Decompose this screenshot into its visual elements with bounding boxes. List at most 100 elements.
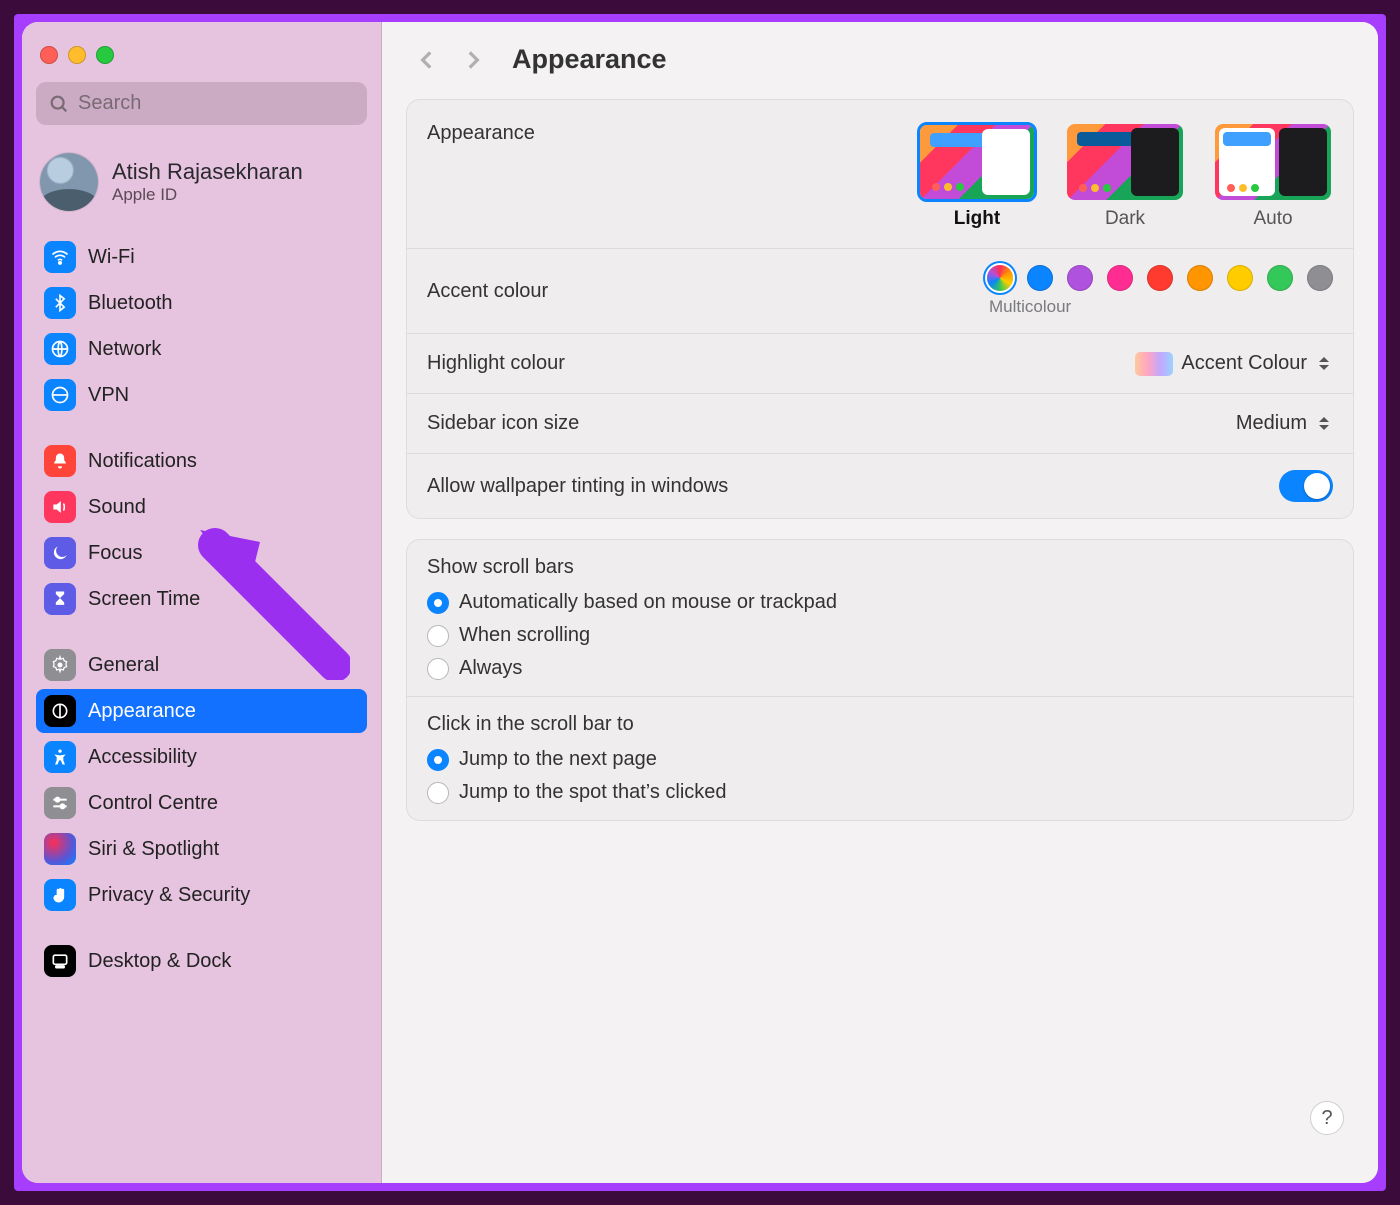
highlight-select[interactable]: Accent Colour bbox=[1135, 352, 1333, 376]
appearance-icon bbox=[44, 695, 76, 727]
sidebar-item-screentime[interactable]: Screen Time bbox=[36, 577, 367, 621]
sidebar-item-siri[interactable]: Siri & Spotlight bbox=[36, 827, 367, 871]
scrollclick-option[interactable]: Jump to the spot that’s clicked bbox=[427, 781, 1333, 804]
sidebar-item-privacy[interactable]: Privacy & Security bbox=[36, 873, 367, 917]
moon-icon bbox=[44, 537, 76, 569]
scroll-panel: Show scroll bars Automatically based on … bbox=[406, 539, 1354, 821]
bell-icon bbox=[44, 445, 76, 477]
sidebar-item-bluetooth[interactable]: Bluetooth bbox=[36, 281, 367, 325]
radio-icon bbox=[427, 625, 449, 647]
account-row[interactable]: Atish Rajasekharan Apple ID bbox=[36, 147, 367, 235]
appearance-panel: Appearance Light Dark bbox=[406, 99, 1354, 519]
account-sub: Apple ID bbox=[112, 185, 303, 205]
accent-label: Accent colour bbox=[427, 280, 548, 303]
scrollbars-option[interactable]: Automatically based on mouse or trackpad bbox=[427, 591, 1333, 614]
scrollbars-option[interactable]: When scrolling bbox=[427, 624, 1333, 647]
dock-icon bbox=[44, 945, 76, 977]
avatar bbox=[40, 153, 98, 211]
updown-icon bbox=[1315, 353, 1333, 375]
sidebar-item-controlcentre[interactable]: Control Centre bbox=[36, 781, 367, 825]
search-input[interactable] bbox=[78, 92, 355, 115]
appearance-option-light[interactable] bbox=[917, 122, 1037, 202]
sidebar-item-accessibility[interactable]: Accessibility bbox=[36, 735, 367, 779]
accent-color-option[interactable] bbox=[1027, 265, 1053, 291]
wifi-icon bbox=[44, 241, 76, 273]
sidebar-item-appearance[interactable]: Appearance bbox=[36, 689, 367, 733]
radio-icon bbox=[427, 592, 449, 614]
accent-color-option[interactable] bbox=[987, 265, 1013, 291]
appearance-option-label: Auto bbox=[1253, 208, 1292, 230]
zoom-icon[interactable] bbox=[96, 46, 114, 64]
scrollclick-title: Click in the scroll bar to bbox=[427, 713, 1333, 736]
appearance-option-auto[interactable] bbox=[1213, 122, 1333, 202]
sidebar-item-label: Accessibility bbox=[88, 746, 197, 769]
sidebar-item-label: Desktop & Dock bbox=[88, 950, 231, 973]
sidebar-item-label: Screen Time bbox=[88, 588, 200, 611]
appearance-options: Light Dark bbox=[917, 122, 1333, 230]
sidebar-item-label: Notifications bbox=[88, 450, 197, 473]
bluetooth-icon bbox=[44, 287, 76, 319]
accent-color-option[interactable] bbox=[1307, 265, 1333, 291]
scrollclick-option[interactable]: Jump to the next page bbox=[427, 748, 1333, 771]
tinting-toggle[interactable] bbox=[1279, 470, 1333, 502]
back-button[interactable] bbox=[412, 45, 442, 75]
hand-icon bbox=[44, 879, 76, 911]
accent-color-option[interactable] bbox=[1067, 265, 1093, 291]
accent-color-option[interactable] bbox=[1147, 265, 1173, 291]
accessibility-icon bbox=[44, 741, 76, 773]
accent-color-picker bbox=[987, 265, 1333, 291]
sidebar-item-sound[interactable]: Sound bbox=[36, 485, 367, 529]
sidebar-item-label: VPN bbox=[88, 384, 129, 407]
speaker-icon bbox=[44, 491, 76, 523]
vpn-icon bbox=[44, 379, 76, 411]
tinting-label: Allow wallpaper tinting in windows bbox=[427, 475, 728, 498]
page-title: Appearance bbox=[512, 44, 667, 75]
radio-icon bbox=[427, 658, 449, 680]
updown-icon bbox=[1315, 413, 1333, 435]
sidebar-group-network: Wi-Fi Bluetooth Network VPN bbox=[36, 235, 367, 417]
sidebar-icon-size-value: Medium bbox=[1236, 412, 1307, 435]
scrollbars-option[interactable]: Always bbox=[427, 657, 1333, 680]
hourglass-icon bbox=[44, 583, 76, 615]
minimize-icon[interactable] bbox=[68, 46, 86, 64]
forward-button[interactable] bbox=[458, 45, 488, 75]
search-field[interactable] bbox=[36, 82, 367, 125]
highlight-label: Highlight colour bbox=[427, 352, 565, 375]
highlight-value: Accent Colour bbox=[1181, 352, 1307, 375]
sidebar-item-wifi[interactable]: Wi-Fi bbox=[36, 235, 367, 279]
accent-color-option[interactable] bbox=[1187, 265, 1213, 291]
sidebar-item-general[interactable]: General bbox=[36, 643, 367, 687]
sidebar-icon-size-select[interactable]: Medium bbox=[1236, 412, 1333, 435]
sidebar-item-label: Control Centre bbox=[88, 792, 218, 815]
sidebar: Atish Rajasekharan Apple ID Wi-Fi Blueto… bbox=[22, 22, 382, 1183]
sidebar-item-desktop[interactable]: Desktop & Dock bbox=[36, 939, 367, 983]
sidebar-icon-size-label: Sidebar icon size bbox=[427, 412, 579, 435]
titlebar: Appearance bbox=[382, 22, 1378, 89]
sidebar-item-network[interactable]: Network bbox=[36, 327, 367, 371]
accent-color-option[interactable] bbox=[1267, 265, 1293, 291]
sliders-icon bbox=[44, 787, 76, 819]
siri-icon bbox=[44, 833, 76, 865]
accent-color-option[interactable] bbox=[1227, 265, 1253, 291]
sidebar-item-focus[interactable]: Focus bbox=[36, 531, 367, 575]
sidebar-item-label: Network bbox=[88, 338, 161, 361]
sidebar-item-label: Bluetooth bbox=[88, 292, 173, 315]
window-controls bbox=[36, 40, 367, 82]
sidebar-group-desktop: Desktop & Dock bbox=[36, 939, 367, 983]
sidebar-group-system: General Appearance Accessibility Control… bbox=[36, 643, 367, 917]
sidebar-item-notifications[interactable]: Notifications bbox=[36, 439, 367, 483]
appearance-option-label: Light bbox=[954, 208, 1000, 230]
system-settings-window: Atish Rajasekharan Apple ID Wi-Fi Blueto… bbox=[22, 22, 1378, 1183]
accent-color-option[interactable] bbox=[1107, 265, 1133, 291]
close-icon[interactable] bbox=[40, 46, 58, 64]
appearance-option-label: Dark bbox=[1105, 208, 1145, 230]
accent-sublabel: Multicolour bbox=[987, 297, 1071, 317]
content-pane: Appearance Appearance Light bbox=[382, 22, 1378, 1183]
sidebar-item-label: General bbox=[88, 654, 159, 677]
sidebar-group-alerts: Notifications Sound Focus Screen Time bbox=[36, 439, 367, 621]
appearance-option-dark[interactable] bbox=[1065, 122, 1185, 202]
help-button[interactable]: ? bbox=[1310, 1101, 1344, 1135]
sidebar-item-label: Focus bbox=[88, 542, 142, 565]
sidebar-item-vpn[interactable]: VPN bbox=[36, 373, 367, 417]
sidebar-item-label: Appearance bbox=[88, 700, 196, 723]
